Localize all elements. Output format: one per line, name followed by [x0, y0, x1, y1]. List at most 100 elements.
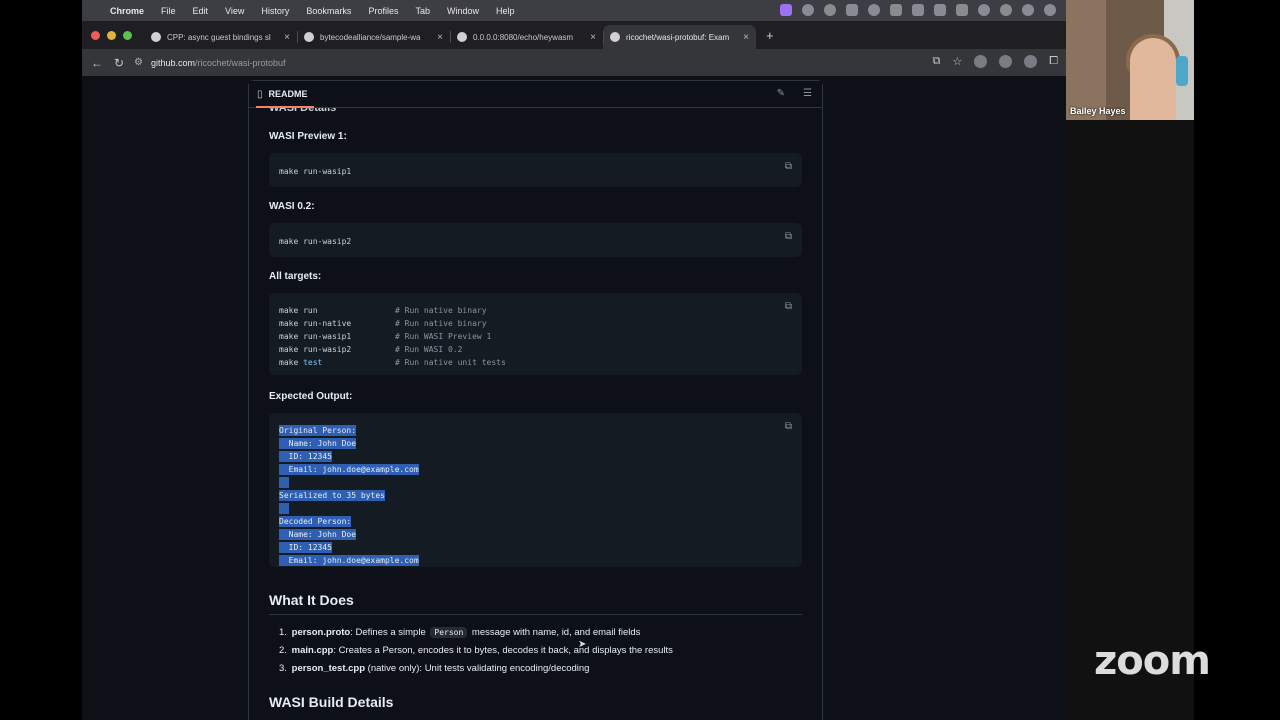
outline-list-icon[interactable]: ☰ — [803, 88, 812, 99]
wifi-icon[interactable] — [978, 4, 990, 16]
output-line: Decoded Person: — [279, 516, 352, 527]
screen-share-icon[interactable] — [780, 4, 792, 16]
list-number: 3. — [279, 663, 287, 674]
participant-name: Bailey Hayes — [1070, 106, 1126, 116]
moon-icon[interactable] — [1022, 4, 1034, 16]
inline-code: Person — [430, 627, 468, 638]
back-icon[interactable]: ← — [86, 56, 108, 70]
code-comment: # Run WASI 0.2 — [395, 345, 463, 354]
close-tab-icon[interactable]: × — [590, 32, 596, 43]
book-icon: ▯ — [257, 88, 263, 100]
file-name: main.cpp — [291, 645, 334, 656]
code-keyword: test — [303, 358, 323, 367]
tray-app-icon[interactable] — [824, 4, 836, 16]
menu-app-chrome[interactable]: Chrome — [110, 6, 144, 16]
file-name: person_test.cpp — [291, 663, 366, 674]
tray-app-icon[interactable] — [912, 4, 924, 16]
menu-profiles[interactable]: Profiles — [368, 6, 398, 16]
system-tray — [780, 4, 1056, 16]
output-line: ID: 12345 — [279, 451, 332, 462]
heading-expected-output: Expected Output: — [269, 391, 353, 402]
close-tab-icon[interactable]: × — [284, 32, 290, 43]
list-item: 1. person.proto: Defines a simple Person… — [279, 624, 673, 642]
close-window-button[interactable] — [91, 30, 100, 40]
menu-window[interactable]: Window — [447, 6, 479, 16]
extensions-puzzle-icon[interactable]: ⧠ — [1049, 55, 1058, 68]
zoom-logo: zoom — [1094, 638, 1211, 684]
list-number: 1. — [279, 627, 287, 638]
code-line: make run-wasip1 — [279, 331, 351, 342]
heading-wasi-build-details: WASI Build Details — [269, 694, 394, 710]
tab-title: CPP: async guest bindings sl — [167, 32, 271, 42]
item-text: : Defines a simple — [350, 627, 429, 638]
github-icon — [151, 32, 161, 42]
extension-icon[interactable] — [1024, 55, 1038, 68]
output-line: ID: 12345 — [279, 542, 332, 553]
readme-tab-label[interactable]: README — [269, 89, 308, 99]
control-center-icon[interactable] — [956, 4, 968, 16]
output-line-blank — [279, 503, 289, 514]
menu-edit[interactable]: Edit — [193, 6, 209, 16]
close-tab-icon[interactable]: × — [437, 32, 443, 43]
new-tab-button[interactable]: + — [766, 28, 774, 43]
zoom-gutter — [1066, 120, 1194, 720]
globe-icon — [457, 32, 467, 42]
readme-tab-underline — [256, 106, 314, 108]
copy-icon[interactable]: ⧉ — [785, 301, 792, 312]
headset-icon — [1176, 56, 1188, 86]
tab-title: ricochet/wasi-protobuf: Exam — [626, 32, 730, 42]
extension-icon[interactable] — [999, 55, 1013, 68]
github-icon — [610, 32, 620, 42]
output-line: Email: john.doe@example.com — [279, 464, 419, 475]
code-cmd: make run — [279, 306, 318, 315]
code-comment: # Run native unit tests — [395, 358, 506, 367]
item-text: : Creates a Person, encodes it to bytes,… — [333, 645, 673, 656]
browser-tab[interactable]: 0.0.0.0:8080/echo/heywasm × — [450, 25, 603, 49]
code-line: make run-wasip2 — [279, 344, 351, 355]
code-line: make test — [279, 357, 322, 368]
close-tab-icon[interactable]: × — [743, 32, 749, 43]
site-info-icon[interactable]: ⚙ — [134, 57, 143, 68]
extension-icon[interactable] — [974, 55, 988, 68]
browser-tab-active[interactable]: ricochet/wasi-protobuf: Exam × — [603, 25, 756, 49]
menu-file[interactable]: File — [161, 6, 176, 16]
bookmark-star-icon[interactable]: ☆ — [952, 55, 962, 68]
readme-header-actions: ✎ ☰ — [777, 88, 812, 99]
spotlight-search-icon[interactable] — [1044, 4, 1056, 16]
install-app-icon[interactable]: ⧉ — [932, 55, 940, 68]
tray-app-icon[interactable] — [846, 4, 858, 16]
copy-icon[interactable]: ⧉ — [785, 421, 792, 432]
url-host: github.com — [150, 57, 195, 68]
output-line: Email: john.doe@example.com — [279, 555, 419, 566]
edit-pencil-icon[interactable]: ✎ — [777, 88, 785, 99]
file-name: person.proto — [291, 627, 351, 638]
heading-wasi-preview1: WASI Preview 1: — [269, 131, 347, 142]
focus-icon[interactable] — [1000, 4, 1012, 16]
battery-icon[interactable] — [934, 4, 946, 16]
tray-app-icon[interactable] — [802, 4, 814, 16]
list-item: 3. person_test.cpp (native only): Unit t… — [279, 660, 673, 678]
participant-figure — [1130, 38, 1176, 120]
github-page: WASI Details ▯ README ✎ ☰ WASI Preview 1… — [82, 76, 1066, 720]
menu-history[interactable]: History — [261, 6, 289, 16]
copy-icon[interactable]: ⧉ — [785, 161, 792, 172]
tray-app-icon[interactable] — [890, 4, 902, 16]
menu-bookmarks[interactable]: Bookmarks — [306, 6, 351, 16]
code-block: make run # Run native binary make run-na… — [269, 293, 802, 375]
tab-title: bytecodealliance/sample-wa — [320, 32, 421, 42]
minimize-window-button[interactable] — [107, 30, 116, 40]
browser-tab[interactable]: bytecodealliance/sample-wa × — [297, 25, 450, 49]
tab-title: 0.0.0.0:8080/echo/heywasm — [473, 32, 574, 42]
menu-tab[interactable]: Tab — [415, 6, 430, 16]
copy-icon[interactable]: ⧉ — [785, 231, 792, 242]
browser-tab[interactable]: CPP: async guest bindings sl × — [144, 25, 297, 49]
code-line: make run-wasip1 — [279, 167, 352, 176]
heading-divider — [269, 614, 802, 615]
menu-help[interactable]: Help — [496, 6, 515, 16]
zoom-window-button[interactable] — [123, 30, 132, 40]
reload-icon[interactable]: ↻ — [108, 56, 130, 70]
heading-all-targets: All targets: — [269, 271, 322, 282]
address-bar[interactable]: ⚙ github.com/ricochet/wasi-protobuf — [134, 53, 934, 73]
tray-app-icon[interactable] — [868, 4, 880, 16]
menu-view[interactable]: View — [225, 6, 244, 16]
